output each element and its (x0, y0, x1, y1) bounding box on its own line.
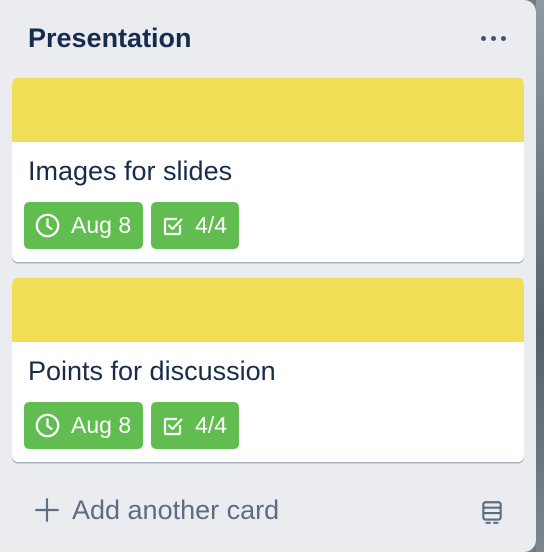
card-cover (12, 278, 524, 342)
card-points-for-discussion[interactable]: Points for discussion Aug 8 4/4 (12, 278, 524, 462)
clock-icon (35, 413, 60, 438)
list-header: Presentation (28, 20, 516, 60)
clock-icon (35, 213, 60, 238)
due-date-text: Aug 8 (71, 412, 132, 438)
add-card-button[interactable]: Add another card (34, 490, 279, 530)
card-badges: Aug 8 4/4 (24, 402, 247, 449)
list-menu-button[interactable] (476, 20, 510, 56)
card-images-for-slides[interactable]: Images for slides Aug 8 4/4 (12, 78, 524, 262)
card-cover (12, 78, 524, 142)
list-title[interactable]: Presentation (28, 20, 516, 56)
card-template-icon (482, 501, 502, 524)
add-card-label: Add another card (72, 494, 280, 525)
due-date-badge[interactable]: Aug 8 (24, 202, 144, 249)
due-date-text: Aug 8 (71, 212, 132, 238)
list-presentation: Presentation Images for slides Aug 8 4/4… (0, 0, 536, 552)
due-date-badge[interactable]: Aug 8 (24, 402, 144, 449)
checklist-badge[interactable]: 4/4 (151, 202, 240, 249)
card-title: Points for discussion (28, 356, 276, 386)
checklist-text: 4/4 (195, 412, 228, 438)
checklist-text: 4/4 (195, 212, 228, 238)
card-title: Images for slides (28, 156, 233, 186)
board-background (536, 0, 544, 552)
card-badges: Aug 8 4/4 (24, 202, 247, 249)
checkbox-icon (164, 417, 183, 435)
create-from-template-button[interactable] (476, 496, 508, 528)
checkbox-icon (164, 217, 183, 235)
checklist-badge[interactable]: 4/4 (151, 402, 240, 449)
plus-icon (35, 498, 59, 522)
